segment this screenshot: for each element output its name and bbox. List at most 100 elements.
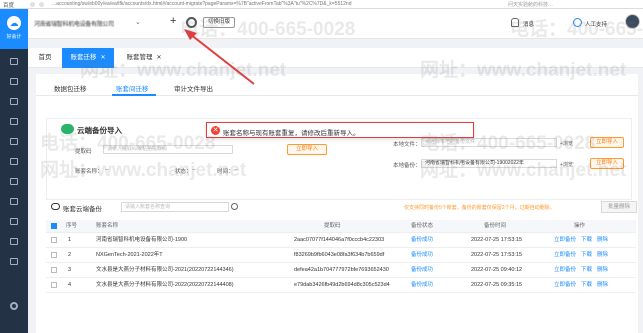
sidebar-item-voucher[interactable] [0,73,28,90]
tab-label: 账套管理 [126,54,153,61]
sidebar: ☁ 好会计 [0,9,28,333]
list-title: 账套云端备份 [63,206,102,213]
sidebar-item-invoice[interactable] [0,193,28,210]
sidebar-item-home[interactable] [0,53,28,70]
account-switcher[interactable]: 河南省瑞智科机电设备有限公司 [34,19,114,28]
subtab-account-migrate[interactable]: 账套间迁移 [116,83,149,93]
logo-label: 好会计 [6,34,22,40]
subtab-audit-export[interactable]: 审计文件导出 [174,83,213,93]
error-toast: ✕ 账套名称与现有账套重复，请修改后重新导入。 [206,122,474,138]
download-link[interactable]: 下载 [581,237,592,243]
avatar[interactable] [625,14,640,29]
batch-delete-button[interactable]: 批量删除 [601,201,637,213]
import-backup-button[interactable]: 立即导入 [590,158,624,169]
row-checkbox[interactable] [51,282,57,288]
tab-account-migrate[interactable]: 账套迁移 ✕ [62,48,114,68]
sidebar-item-print[interactable] [0,253,28,270]
logo-icon: ☁ [7,16,21,30]
settings-gear-icon[interactable] [186,17,197,28]
select-all-checkbox[interactable] [51,223,57,229]
sidebar-item-tax[interactable] [0,133,28,150]
close-icon[interactable]: ✕ [156,55,161,61]
backup-now-link[interactable]: 立即备份 [554,282,576,288]
browse-button-2[interactable]: +浏览 [560,161,573,168]
switch-old-version-button[interactable]: 切换旧版 [203,17,236,28]
col-header-actions: 操作 [574,223,586,229]
search-icon[interactable] [231,203,238,210]
browser-bar: 百度 ...accounting/sw/eb00y/ea/ea/tfk/acco… [0,0,643,9]
table-row[interactable]: 3 文水县是大燕分子材料有限公司-2021(20220722144346) de… [46,263,636,278]
subtab-package-migrate[interactable]: 数据包迁移 [54,83,87,93]
col-header-no: 序号 [66,223,78,229]
add-account-button[interactable]: + [170,15,176,27]
row-checkbox[interactable] [51,252,57,258]
row-no: 3 [68,267,72,273]
cloud-upload-icon [61,124,74,134]
import-title: 云端备份导入 [77,126,122,135]
main-panel: 数据包迁移 账套间迁移 审计文件导出 云端备份导入 提取码 请录入提取码或粘贴提… [36,74,638,333]
status-value: -- [192,167,196,173]
bell-icon[interactable] [511,18,519,27]
app-header: 河南省瑞智科机电设备有限公司 ⌄ + 切换旧版 消息 人工支持 [28,9,643,39]
sidebar-item-asset[interactable] [0,153,28,170]
tab-account-manage[interactable]: 账套管理 ✕ [118,48,170,68]
messages-link[interactable]: 消息 [523,20,534,28]
download-link[interactable]: 下载 [581,282,592,288]
sidebar-item-cash[interactable] [0,173,28,190]
row-no: 1 [68,237,72,243]
cloud-icon [51,203,60,210]
chevron-down-icon[interactable]: ⌄ [135,18,141,26]
delete-link[interactable]: 删除 [597,237,608,243]
nav-back-icon[interactable] [30,2,35,7]
import-now-button[interactable]: 立即导入 [287,144,327,155]
backup-now-link[interactable]: 立即备份 [554,252,576,258]
report-icon [10,118,18,125]
row-code: e79dab3426fb49d2b694d8c305c523d4 [294,282,390,288]
close-icon[interactable]: ✕ [100,55,105,61]
sidebar-item-salary[interactable] [0,213,28,230]
col-header-status: 备份状态 [411,223,434,229]
row-actions: 立即备份 下载 删除 [554,278,613,292]
sidebar-item-settings[interactable] [0,297,28,314]
download-link[interactable]: 下载 [581,252,592,258]
delete-link[interactable]: 删除 [597,252,608,258]
salary-icon [10,218,18,225]
migrate-subtabs: 数据包迁移 账套间迁移 审计文件导出 [36,80,638,96]
backup-now-link[interactable]: 立即备份 [554,237,576,243]
row-code: defea42a1b704777972bfe7693652430 [294,267,389,273]
tab-home[interactable]: 首页 [32,48,58,68]
row-checkbox[interactable] [51,237,57,243]
import-local-button[interactable]: 立即导入 [590,137,624,148]
row-no: 2 [68,252,72,258]
account-name-value: -- [105,167,109,173]
sidebar-item-ledger[interactable] [0,93,28,110]
support-link[interactable]: 人工支持 [585,20,607,28]
row-checkbox[interactable] [51,267,57,273]
table-row[interactable]: 1 河南省瑞智科机电设备有限公司-1900 2aac07077f144046a7… [46,233,636,248]
browse-button[interactable]: +浏览 [560,140,573,147]
local-backup-label: 本地备份： [393,163,421,169]
app-logo[interactable]: ☁ 好会计 [0,9,28,49]
extract-code-input[interactable]: 请录入提取码或粘贴提取码 [103,145,233,154]
local-backup-input[interactable]: 河南省瑞智科机电设备有限公司-19002022年 [421,159,557,168]
table-row[interactable]: 4 文水县是大燕分子材料有限公司-2022(20220722144408) e7… [46,278,636,293]
asset-icon [10,158,18,165]
sidebar-item-archive[interactable] [0,233,28,250]
code-label: 提取码 [75,149,92,155]
backup-now-link[interactable]: 立即备份 [554,267,576,273]
delete-link[interactable]: 删除 [597,282,608,288]
search-input[interactable]: 请输入账套名称查询 [121,202,229,212]
sidebar-item-report[interactable] [0,113,28,130]
browser-news-ticker[interactable]: 问天实验舱的科技… [508,1,553,8]
nav-refresh-icon[interactable] [39,2,44,7]
download-link[interactable]: 下载 [581,267,592,273]
home-icon [10,58,18,65]
local-file-input[interactable]: 请选择本地的备份文件 [421,138,557,147]
backup-table: 序号 账套名称 提取码 备份状态 备份时间 操作 1 河南省瑞智科机电设备有限公… [46,220,636,293]
table-row[interactable]: 2 NXGenTech-2021-2022年T f83269b9fb6043e0… [46,248,636,263]
delete-link[interactable]: 删除 [597,267,608,273]
headset-icon[interactable] [573,18,582,27]
address-bar[interactable]: ...accounting/sw/eb00y/ea/ea/tfk/account… [52,1,452,7]
row-time: 2022-07-25 09:35:15 [471,282,523,288]
col-header-name: 账套名称 [96,223,119,229]
